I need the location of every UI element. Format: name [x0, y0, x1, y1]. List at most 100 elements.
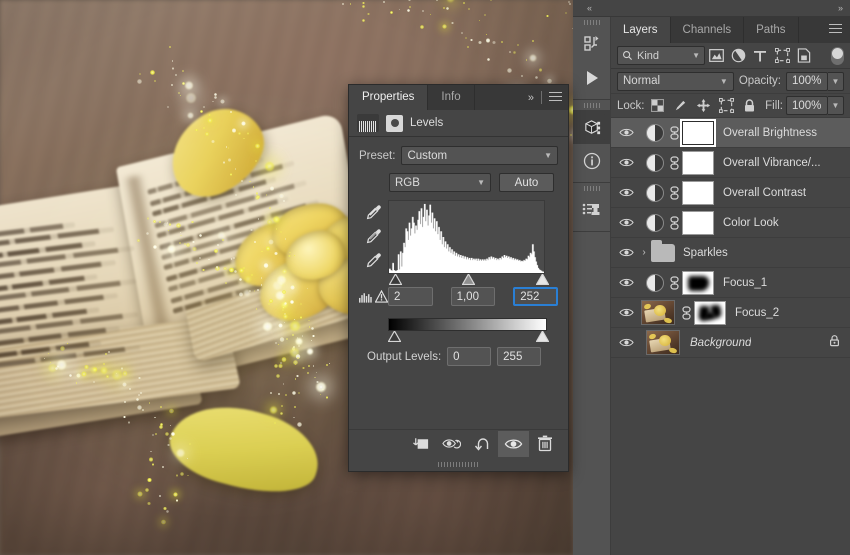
channel-select[interactable]: RGB ▼ [389, 173, 491, 192]
filter-type-layers-icon[interactable] [749, 46, 771, 66]
view-previous-state-button[interactable] [436, 431, 467, 457]
filter-smart-object-layers-icon[interactable] [793, 46, 815, 66]
blend-mode-select[interactable]: Normal ▼ [617, 71, 734, 91]
layer-visibility-eye-icon[interactable] [615, 178, 637, 208]
layer-visibility-eye-icon[interactable] [615, 298, 637, 328]
layer-mask-thumbnail[interactable] [682, 210, 714, 235]
layer-name[interactable]: Focus_1 [723, 277, 767, 289]
filter-pixel-layers-icon[interactable] [705, 46, 727, 66]
output-black-handle[interactable] [388, 331, 401, 342]
adjustment-layer-thumbnail[interactable] [646, 273, 664, 292]
input-black-handle[interactable] [389, 274, 402, 285]
clone-source-icon[interactable] [573, 193, 611, 227]
input-white-handle[interactable] [536, 274, 549, 285]
layer-visibility-eye-icon[interactable] [615, 238, 637, 268]
actions-play-icon[interactable] [573, 61, 611, 95]
dock-grip-2[interactable] [573, 100, 610, 110]
tab-properties[interactable]: Properties [349, 85, 429, 110]
mask-link-icon[interactable] [667, 185, 682, 200]
mask-link-icon[interactable] [667, 155, 682, 170]
output-white-field[interactable]: 255 [497, 347, 542, 366]
layer-mask-thumbnail[interactable] [682, 150, 714, 175]
tab-info[interactable]: Info [428, 85, 475, 110]
layer-visibility-eye-icon[interactable] [615, 208, 637, 238]
layer-name[interactable]: Color Look [723, 217, 779, 229]
dock-collapse-bar[interactable]: « » [573, 0, 850, 17]
preset-select[interactable]: Custom ▼ [401, 146, 558, 165]
opacity-chevron-down-icon[interactable]: ▼ [828, 71, 844, 91]
output-black-field[interactable]: 0 [447, 347, 492, 366]
layer-name[interactable]: Overall Contrast [723, 187, 806, 199]
lock-transparent-pixels-icon[interactable] [648, 96, 668, 116]
layer-mask-icon[interactable] [386, 114, 403, 132]
lock-artboard-nesting-icon[interactable] [717, 96, 737, 116]
tab-paths[interactable]: Paths [744, 17, 799, 43]
dock-grip-3[interactable] [573, 183, 610, 193]
layer-name[interactable]: Sparkles [683, 247, 728, 259]
layer-name[interactable]: Overall Vibrance/... [723, 157, 821, 169]
adjustment-layer-thumbnail[interactable] [646, 123, 664, 142]
filter-enable-toggle[interactable] [831, 45, 844, 67]
set-black-point-eyedropper-icon[interactable] [361, 200, 385, 224]
layers-panel-menu-icon[interactable] [829, 24, 842, 35]
reset-button[interactable] [467, 431, 498, 457]
input-white-field[interactable]: 252 [513, 287, 559, 306]
clip-to-layer-button[interactable] [405, 431, 436, 457]
opacity-input[interactable]: 100% [786, 71, 828, 91]
table-row[interactable]: › Sparkles [611, 238, 850, 268]
input-gamma-field[interactable]: 1,00 [450, 287, 496, 306]
table-row[interactable]: Focus_1 [611, 268, 850, 298]
set-gray-point-eyedropper-icon[interactable] [361, 224, 385, 248]
table-row[interactable]: Color Look [611, 208, 850, 238]
set-white-point-eyedropper-icon[interactable] [361, 248, 385, 272]
layer-visibility-eye-icon[interactable] [615, 118, 637, 148]
layer-filter-kind-select[interactable]: Kind ▼ [617, 46, 705, 65]
filter-adjustment-layers-icon[interactable] [727, 46, 749, 66]
layer-visibility-eye-icon[interactable] [615, 328, 637, 358]
layer-visibility-eye-icon[interactable] [615, 268, 637, 298]
layer-mask-thumbnail[interactable] [694, 300, 726, 325]
table-row[interactable]: Overall Vibrance/... [611, 148, 850, 178]
fill-chevron-down-icon[interactable]: ▼ [828, 96, 844, 115]
table-row[interactable]: Overall Contrast [611, 178, 850, 208]
collapse-left-icon[interactable]: « [587, 3, 592, 13]
adjustment-layer-thumbnail[interactable] [646, 213, 664, 232]
layer-thumbnail[interactable] [646, 330, 680, 355]
layer-visibility-eye-icon[interactable] [615, 148, 637, 178]
adjustments-icon[interactable] [573, 27, 611, 61]
fill-input[interactable]: 100% [786, 96, 828, 115]
lock-position-icon[interactable] [694, 96, 714, 116]
lock-image-pixels-icon[interactable] [671, 96, 691, 116]
layer-mask-thumbnail[interactable] [682, 270, 714, 295]
layer-name[interactable]: Focus_2 [735, 307, 779, 319]
layer-mask-thumbnail[interactable] [680, 118, 716, 147]
collapse-right-icon[interactable]: » [838, 3, 843, 13]
properties-resize-grip[interactable] [349, 458, 568, 471]
auto-button[interactable]: Auto [499, 173, 554, 192]
collapse-panel-icon[interactable]: » [528, 92, 534, 104]
filter-shape-layers-icon[interactable] [771, 46, 793, 66]
mask-link-icon[interactable] [667, 215, 682, 230]
tab-layers[interactable]: Layers [611, 17, 671, 43]
tab-channels[interactable]: Channels [670, 17, 745, 43]
delete-adjustment-button[interactable] [529, 431, 560, 457]
table-row[interactable]: Overall Brightness [611, 118, 850, 148]
table-row[interactable]: Background [611, 328, 850, 358]
adjustment-layer-thumbnail[interactable] [646, 153, 664, 172]
adjustment-layer-thumbnail[interactable] [646, 183, 664, 202]
layer-mask-thumbnail[interactable] [682, 180, 714, 205]
toggle-visibility-button[interactable] [498, 430, 529, 457]
input-black-field[interactable]: 2 [388, 287, 433, 306]
layer-name[interactable]: Overall Brightness [723, 127, 817, 139]
mask-link-icon[interactable] [667, 125, 682, 140]
mask-link-icon[interactable] [679, 305, 694, 320]
input-gamma-handle[interactable] [462, 274, 475, 285]
chevron-right-icon[interactable]: › [637, 247, 651, 258]
properties-panel-menu-icon[interactable] [549, 92, 562, 103]
layer-name[interactable]: Background [690, 337, 751, 349]
mask-link-icon[interactable] [667, 275, 682, 290]
table-row[interactable]: Focus_2 [611, 298, 850, 328]
layer-thumbnail[interactable] [641, 300, 675, 325]
lock-all-icon[interactable] [740, 96, 760, 116]
info-icon[interactable] [573, 144, 611, 178]
